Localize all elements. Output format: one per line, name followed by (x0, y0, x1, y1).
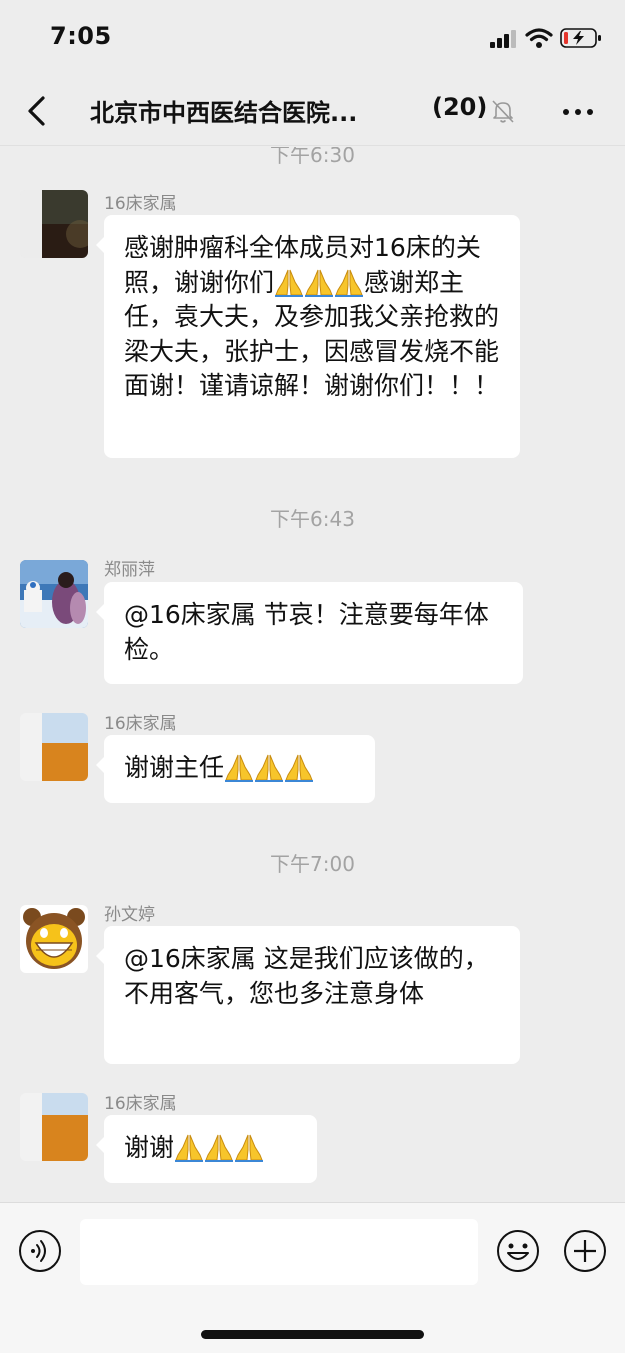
battery-charging-icon (560, 28, 601, 48)
message-bubble[interactable]: 谢谢 (96, 1115, 317, 1183)
timestamp: 下午7:00 (270, 852, 355, 876)
more-dots-icon[interactable] (558, 96, 598, 126)
praying-hands-emoji (175, 1134, 204, 1162)
sender-name: 16床家属 (104, 194, 177, 214)
input-bar (0, 1202, 625, 1353)
message-input[interactable] (80, 1219, 478, 1285)
message-text: 谢谢主任 (124, 753, 314, 782)
sender-name: 16床家属 (104, 1094, 177, 1114)
avatar[interactable] (20, 560, 88, 628)
message-bubble[interactable]: 感谢肿瘤科全体成员对16床的关照，谢谢你们 感谢郑主任，袁大夫，及参加我父亲抢救的… (96, 215, 520, 458)
wifi-icon (525, 28, 553, 48)
home-indicator (201, 1330, 424, 1339)
member-count: (20) (432, 93, 488, 121)
group-title[interactable]: 北京市中西医结合医院... (90, 93, 357, 128)
message-bubble[interactable]: @16床家属 这是我们应该做的，不用客气，您也多注意身体 (96, 926, 520, 1064)
plus-icon[interactable] (563, 1229, 607, 1273)
sender-name: 孙文婷 (104, 905, 155, 925)
praying-hands-emoji (305, 269, 334, 297)
praying-hands-emoji (225, 754, 254, 782)
cellular-signal-icon (490, 30, 516, 48)
praying-hands-emoji (205, 1134, 234, 1162)
avatar[interactable] (20, 713, 88, 781)
message-bubble[interactable]: 谢谢主任 (96, 735, 375, 803)
praying-hands-emoji (255, 754, 284, 782)
praying-hands-emoji (235, 1134, 264, 1162)
timestamp: 下午6:43 (270, 507, 355, 531)
timestamp: 下午6:30 (270, 147, 355, 167)
message-bubble[interactable]: @16床家属 节哀！注意要每年体检。 (96, 582, 523, 684)
status-time: 7:05 (50, 22, 112, 50)
back-arrow-icon[interactable] (20, 92, 56, 130)
voice-icon[interactable] (18, 1229, 62, 1273)
chat-header: 北京市中西医结合医院... (20) (0, 76, 625, 146)
message-text: @16床家属 节哀！注意要每年体检。 (124, 600, 489, 664)
emoji-icon[interactable] (496, 1229, 540, 1273)
avatar[interactable] (20, 1093, 88, 1161)
praying-hands-emoji (285, 754, 314, 782)
avatar[interactable] (20, 905, 88, 973)
status-bar: 7:05 (0, 0, 625, 76)
sender-name: 郑丽萍 (104, 560, 155, 580)
message-text: 谢谢 (124, 1133, 264, 1162)
praying-hands-emoji (335, 269, 364, 297)
avatar[interactable] (20, 190, 88, 258)
message-text: @16床家属 这是我们应该做的，不用客气，您也多注意身体 (124, 944, 489, 1008)
praying-hands-emoji (275, 269, 304, 297)
message-text: 感谢肿瘤科全体成员对16床的关照，谢谢你们 感谢郑主任，袁大夫，及参加我父亲抢救的… (124, 233, 500, 400)
chat-messages[interactable]: 下午6:30 16床家属 感谢肿瘤科全体成员对16床的关照，谢谢你们 感谢郑主任，… (0, 147, 625, 1202)
mute-bell-icon (492, 100, 514, 123)
sender-name: 16床家属 (104, 714, 177, 734)
